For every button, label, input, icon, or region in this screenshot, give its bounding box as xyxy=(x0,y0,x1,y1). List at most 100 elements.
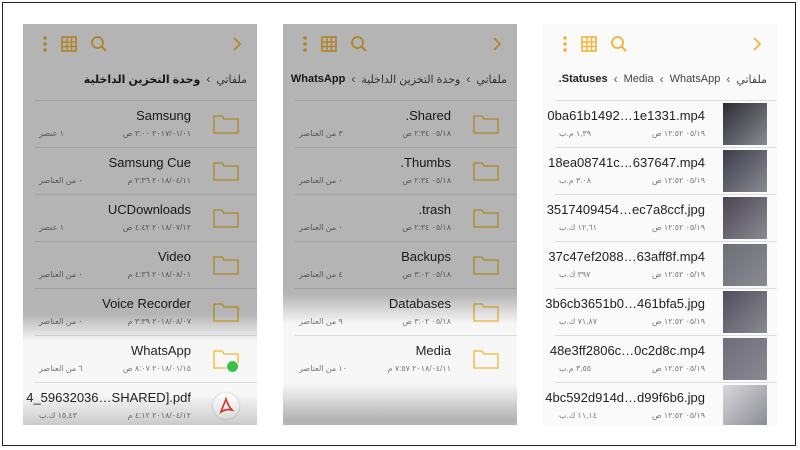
breadcrumb-root[interactable]: ملفاتي xyxy=(736,73,767,86)
item-name: 18ea08741c…637647.mp4 xyxy=(548,155,705,170)
folder-icon xyxy=(473,115,499,134)
list-item[interactable]: Databases ٠٥/١٨ ٣:٠٢ ص ٩ من العناصر xyxy=(295,288,517,335)
file-list: 0ba61b1492…1e1331.mp4 ٠٥/١٩ ١٢:٥٢ ص ١,٣٩… xyxy=(543,100,777,425)
grid-icon[interactable] xyxy=(59,34,79,54)
folder-icon xyxy=(473,256,499,275)
breadcrumb-root[interactable]: ملفاتي xyxy=(476,73,507,86)
item-date: ٢٠١٨/٠٧/١٢ ٤:٤٢ ص xyxy=(122,223,191,232)
chevron-left-icon: ‹ xyxy=(659,72,664,86)
breadcrumb-current: وحدة التخزين الداخلية xyxy=(83,73,201,86)
item-meta: ١,٣٩ م.ب xyxy=(559,129,592,138)
item-name: Media xyxy=(415,343,451,358)
item-date: ٠٥/١٩ ١٢:٥٢ ص xyxy=(652,129,705,138)
chevron-left-icon: ‹ xyxy=(206,72,211,86)
list-item-whatsapp[interactable]: WhatsApp ٢٠١٨/٠١/١٥ ٨:٠٧ ص ٦ من العناصر xyxy=(35,335,257,382)
folder-icon xyxy=(213,303,239,322)
list-item-pdf[interactable]: 4_59632036…SHARED].pdf ٢٠١٨/٠٤/١٢ ٤:١٢ م… xyxy=(26,382,257,425)
list-item[interactable]: .trash ٠٥/١٨ ٢:٣٤ ص ٠ من العناصر xyxy=(295,194,517,241)
item-name: WhatsApp xyxy=(131,343,191,358)
item-date: ٢٠١٨/٠٨/٠١ ٤:٣٦ م xyxy=(127,270,191,279)
chevron-left-icon: ‹ xyxy=(613,72,618,86)
list-item[interactable]: Samsung Cue ٢٠١٨/٠٤/١١ ٢:٣٦ م ٠ من العنا… xyxy=(35,147,257,194)
item-date: ٠٥/١٩ ١٢:٥٢ ص xyxy=(652,270,705,279)
panel-internal-storage: وحدة التخزين الداخلية ‹ ملفاتي Samsung ٢… xyxy=(23,24,257,425)
list-item[interactable]: 37c47ef2088…63aff8f.mp4 ٠٥/١٩ ١٢:٥٢ ص ٣٩… xyxy=(548,241,777,288)
kebab-icon[interactable] xyxy=(35,34,55,54)
search-icon[interactable] xyxy=(89,34,109,54)
item-date: ٠٥/١٩ ١٢:٥٢ ص xyxy=(652,317,705,326)
item-date: ٠٥/١٩ ١٢:٥٢ ص xyxy=(652,176,705,185)
item-date: ٠٥/١٩ ١٢:٥٢ ص xyxy=(652,364,705,373)
list-item[interactable]: 3b6cb3651b0…461bfa5.jpg ٠٥/١٩ ١٢:٥٢ ص ٧١… xyxy=(545,288,777,335)
item-name: Samsung Cue xyxy=(108,155,191,170)
list-item[interactable]: .Shared ٠٥/١٨ ٢:٣٤ ص ٣ من العناصر xyxy=(295,100,517,147)
item-name: .Shared xyxy=(405,108,451,123)
list-item[interactable]: .Thumbs ٠٥/١٨ ٢:٣٤ ص ٠ من العناصر xyxy=(295,147,517,194)
item-date: ٠٥/١٩ ١٢:٥٢ ص xyxy=(652,223,705,232)
list-item[interactable]: Backups ٠٥/١٨ ٣:٠٢ ص ٤ من العناصر xyxy=(295,241,517,288)
item-meta: ٦ من العناصر xyxy=(39,364,83,373)
item-name: Backups xyxy=(401,249,451,264)
item-name: 0ba61b1492…1e1331.mp4 xyxy=(547,108,705,123)
chevron-right-icon[interactable] xyxy=(747,34,767,54)
item-meta: ١٢,٦١ ك.ب xyxy=(559,223,597,232)
item-name: UCDownloads xyxy=(107,202,191,217)
toolbar xyxy=(543,24,777,64)
item-meta: ٠ من العناصر xyxy=(39,270,83,279)
breadcrumb: وحدة التخزين الداخلية ‹ ملفاتي xyxy=(23,66,257,92)
panel-whatsapp-folder: WhatsApp ‹ وحدة التخزين الداخلية ‹ ملفات… xyxy=(283,24,517,425)
item-meta: ١ عنصر xyxy=(39,129,65,138)
toolbar xyxy=(23,24,257,64)
item-name: Databases xyxy=(388,296,451,311)
item-meta: ١١,١٤ ك.ب xyxy=(559,411,597,420)
item-meta: ٤ من العناصر xyxy=(299,270,343,279)
chevron-right-icon[interactable] xyxy=(487,34,507,54)
thumbnail xyxy=(723,103,767,145)
search-icon[interactable] xyxy=(609,34,629,54)
list-item[interactable]: 18ea08741c…637647.mp4 ٠٥/١٩ ١٢:٥٢ ص ٣.٠٨… xyxy=(548,147,777,194)
chevron-right-icon[interactable] xyxy=(227,34,247,54)
breadcrumb-middle[interactable]: وحدة التخزين الداخلية xyxy=(361,73,460,86)
item-meta: ٣.٠٨ م.ب xyxy=(559,176,592,185)
list-item[interactable]: 4bc592d914d…d99f6b6.jpg ٠٥/١٩ ١٢:٥٢ ص ١١… xyxy=(545,382,777,425)
breadcrumb: WhatsApp ‹ وحدة التخزين الداخلية ‹ ملفات… xyxy=(283,66,517,92)
item-date: ٠٥/١٨ ٣:٠٢ ص xyxy=(402,317,451,326)
item-name: 3517409454…ec7a8ccf.jpg xyxy=(546,202,705,217)
whatsapp-icon xyxy=(226,360,239,373)
item-name: Samsung xyxy=(136,108,191,123)
list-item[interactable]: Video ٢٠١٨/٠٨/٠١ ٤:٣٦ م ٠ من العناصر xyxy=(35,241,257,288)
item-meta: ٣ من العناصر xyxy=(299,129,343,138)
list-item[interactable]: 48e3ff2806c…0c2d8c.mp4 ٠٥/١٩ ١٢:٥٢ ص ٣,٥… xyxy=(550,335,777,382)
item-meta: ١٥,٤٣ ك.ب xyxy=(39,411,77,420)
item-date: ٠٥/١٨ ٢:٣٤ ص xyxy=(402,129,451,138)
breadcrumb-media[interactable]: Media xyxy=(624,73,654,85)
pdf-icon xyxy=(213,393,239,419)
kebab-icon[interactable] xyxy=(295,34,315,54)
item-meta: ١ عنصر xyxy=(39,223,65,232)
thumbnail xyxy=(723,244,767,286)
item-name: 4bc592d914d…d99f6b6.jpg xyxy=(545,390,705,405)
item-date: ٢٠١٨/٠٤/١١ ٢:٣٦ م xyxy=(127,176,191,185)
breadcrumb-root[interactable]: ملفاتي xyxy=(216,73,247,86)
grid-icon[interactable] xyxy=(319,34,339,54)
item-meta: ٧١,٨٧ ك.ب xyxy=(559,317,597,326)
list-item[interactable]: Voice Recorder ٢٠١٨/٠٨/٠٧ ٣:٣٩ م ٠ من ال… xyxy=(35,288,257,335)
thumbnail xyxy=(723,197,767,239)
list-item[interactable]: UCDownloads ٢٠١٨/٠٧/١٢ ٤:٤٢ ص ١ عنصر xyxy=(35,194,257,241)
list-item-media[interactable]: Media ٢٠١٨/٠٤/١١ ٧:٥٧ م ١٠ من العناصر xyxy=(295,335,517,382)
kebab-icon[interactable] xyxy=(555,34,575,54)
list-item[interactable]: 0ba61b1492…1e1331.mp4 ٠٥/١٩ ١٢:٥٢ ص ١,٣٩… xyxy=(547,100,777,147)
folder-icon xyxy=(213,209,239,228)
chevron-left-icon: ‹ xyxy=(466,72,471,86)
list-item[interactable]: Samsung ٢٠١٧/٠١/٠١ ٣:٠٠ ص ١ عنصر xyxy=(35,100,257,147)
item-meta: ٠ من العناصر xyxy=(299,223,343,232)
item-date: ٠٥/١٨ ٢:٣٤ ص xyxy=(402,176,451,185)
grid-icon[interactable] xyxy=(579,34,599,54)
thumbnail xyxy=(723,291,767,333)
list-item[interactable]: 3517409454…ec7a8ccf.jpg ٠٥/١٩ ١٢:٥٢ ص ١٢… xyxy=(547,194,777,241)
breadcrumb-whatsapp[interactable]: WhatsApp xyxy=(670,73,721,85)
search-icon[interactable] xyxy=(349,34,369,54)
item-name: .trash xyxy=(418,202,451,217)
item-date: ٢٠١٨/٠٤/١٢ ٤:١٢ م xyxy=(127,411,191,420)
item-name: 3b6cb3651b0…461bfa5.jpg xyxy=(545,296,705,311)
